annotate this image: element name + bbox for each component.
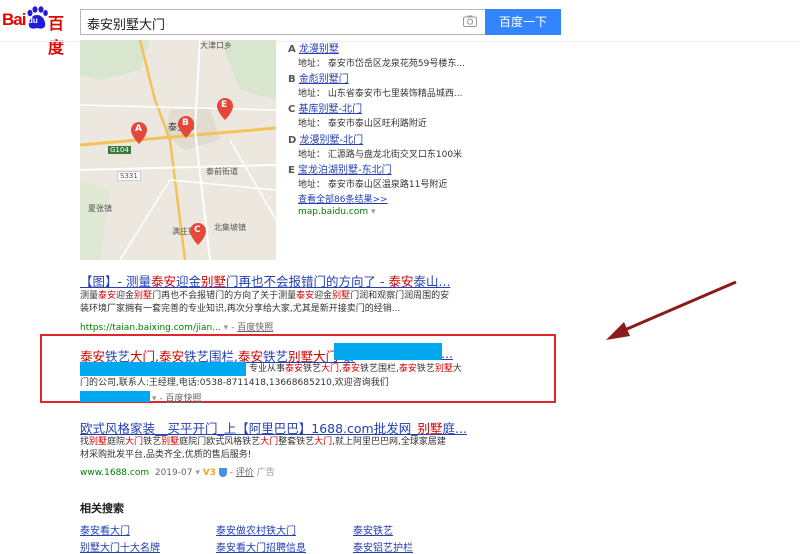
url-text: https://taian.baixing.com/jian... [80,323,221,333]
annotation-arrow [606,280,737,340]
poi-letter: E [288,165,295,176]
poi-address: 地址： 泰安市岱岳区龙泉花苑59号楼东... [298,59,465,69]
poi-name[interactable]: 龙漫别墅-北门 [300,135,364,146]
redaction-block [80,362,246,376]
map-label: 北集坡镇 [214,223,246,232]
abstract-line: 找别墅庭院大门铁艺别墅庭院门欧式风格铁艺大门整套铁艺大门,就上阿里巴巴网,全球家… [80,437,446,447]
poi-letter: A [288,44,296,55]
logo-text-bai: Bai [2,10,26,29]
map-label: 夏张镇 [88,204,112,213]
more-results-link[interactable]: 查看全部86条结果>> [298,192,388,205]
v3-badge[interactable]: V3 [203,468,216,478]
result-abstract-1: 测量泰安迎金别墅门再也不会报错门的方向了关于测量泰安迎金别墅门润和观察门润周围的… [80,290,510,316]
result-abstract-line: 门的公司,联系人:王经理,电话:0538-8711418,13668685210… [80,378,389,388]
url-text: www.1688.com [80,468,150,478]
marker-letter: C [194,225,201,235]
poi-letter: C [288,104,296,115]
snapshot-link[interactable]: 百度快照 [166,394,202,404]
poi-name[interactable]: 金彪别墅门 [299,74,349,85]
shield-icon [218,468,227,477]
abstract-line: 材采购批发平台,品类齐全,优质的售后服务! [80,450,252,460]
poi-address: 地址： 山东省泰安市七里装饰精品城西... [298,89,463,99]
poi-name[interactable]: 龙漫别墅 [299,44,339,55]
search-query: 泰安别墅大门 [87,18,166,33]
map-marker-c[interactable]: C [190,223,206,249]
chevron-down-icon[interactable]: ▾ [224,323,229,333]
poi-address: 地址： 汇源路与盘龙北街交叉口东100米 [298,150,463,160]
poi-item-c[interactable]: C 基库别墅-北门 [288,100,362,115]
result-title-3[interactable]: 欧式风格家装__买平开门_上【阿里巴巴】1688.com批发网_别墅庭... [80,418,467,437]
related-searches-title: 相关搜索 [80,502,124,515]
redaction-block [80,391,150,402]
map-marker-e[interactable]: E [217,98,233,124]
related-item[interactable]: 别墅大门十大名牌 [80,539,160,554]
poi-address: 地址： 泰安市泰山区温泉路11号附近 [298,180,448,190]
chevron-down-icon[interactable]: ▾ [152,394,157,404]
domain-text: map.baidu.com [298,207,369,217]
camera-icon[interactable] [463,15,477,27]
poi-name[interactable]: 基库别墅-北门 [299,104,363,115]
related-item[interactable]: 泰安铝艺护栏 [353,539,413,554]
poi-name[interactable]: 宝龙泊湖别墅-东北门 [298,165,392,176]
poi-item-d[interactable]: D 龙漫别墅-北门 [288,131,363,146]
poi-item-b[interactable]: B 金彪别墅门 [288,70,349,85]
chevron-down-icon[interactable]: ▾ [195,468,200,478]
marker-letter: A [135,124,142,134]
abstract-line: 测量泰安迎金别墅门再也不会报错门的方向了关于测量泰安迎金别墅门润和观察门润周围的… [80,291,450,301]
map-label: 泰前街道 [206,167,238,176]
baidu-logo[interactable]: Bai du 百度 [2,6,76,57]
map-marker-a[interactable]: A [131,122,147,148]
result-url-3: www.1688.com 2019-07 ▾ V3 - 评价 广告 [80,468,275,478]
poi-address: 地址： 泰安市泰山区旺利路附近 [298,119,427,129]
result-abstract-3: 找别墅庭院大门铁艺别墅庭院门欧式风格铁艺大门整套铁艺大门,就上阿里巴巴网,全球家… [80,436,510,462]
map-domain: map.baidu.com ▾ [298,207,376,217]
snapshot-link[interactable]: 百度快照 [237,323,273,333]
chevron-down-icon[interactable]: ▾ [371,207,376,217]
poi-item-a[interactable]: A 龙漫别墅 [288,40,339,55]
marker-letter: E [221,100,228,110]
result-date: 2019-07 [154,468,193,478]
related-item[interactable]: 泰安看大门 [80,522,130,537]
map-thumbnail[interactable]: 大津口乡 泰安市 G104 S331 泰前街道 夏张镇 满庄镇 北集坡镇 A B… [80,40,276,260]
related-item[interactable]: 泰安做农村铁大门 [216,522,296,537]
ad-label: 广告 [256,468,275,478]
result-abstract-line: 专业从事泰安铁艺大门,泰安铁艺围栏,泰安铁艺别墅大 [249,364,462,374]
poi-letter: B [288,74,296,85]
redaction-block [334,343,442,360]
abstract-line: 装环境厂家拥有一套完善的专业知识,再次分享给大家,尤其是新开接卖门的经销... [80,304,401,314]
poi-letter: D [288,135,297,146]
result-snapshot-2: ▾ - 百度快照 [152,394,202,404]
result-url-1: https://taian.baixing.com/jian... ▾ - 百度… [80,323,274,333]
related-item[interactable]: 泰安铁艺 [353,522,393,537]
search-button[interactable]: 百度一下 [485,9,561,35]
logo-text-cn: 百度 [48,16,65,57]
search-input[interactable]: 泰安别墅大门 [80,9,485,35]
result-title-1[interactable]: 【图】- 测量泰安迎金别墅门再也不会报错门的方向了 - 泰安泰山... [80,271,450,290]
map-label: 大津口乡 [200,41,232,50]
poi-item-e[interactable]: E 宝龙泊湖别墅-东北门 [288,161,392,176]
related-item[interactable]: 泰安看大门招聘信息 [216,539,306,554]
map-label: G104 [108,146,131,154]
marker-letter: B [182,118,189,128]
map-label: S331 [117,171,141,181]
title-tail: ... [441,346,453,361]
logo-text-du: du [28,16,38,25]
review-link[interactable]: 评价 [236,468,254,478]
map-marker-b[interactable]: B [178,116,194,142]
